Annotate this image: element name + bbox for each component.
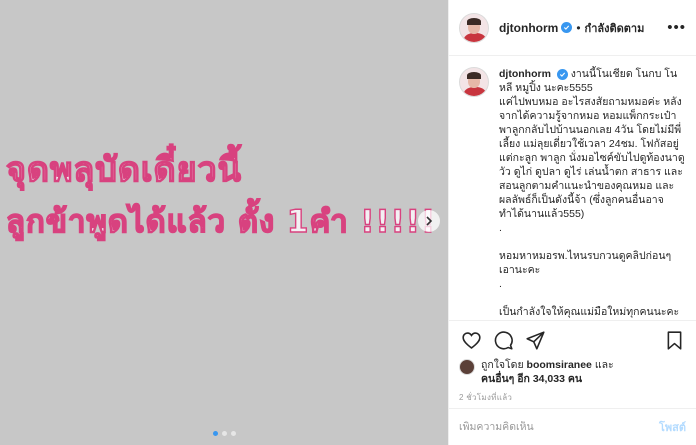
carousel-next-button[interactable]	[418, 210, 440, 232]
bookmark-icon	[667, 331, 681, 350]
handwritten-text-line1: จุดพลุบัดเดี๋ยวนี้	[5, 149, 242, 190]
add-comment-bar: โพสต์	[449, 408, 696, 445]
chevron-right-icon	[426, 216, 433, 226]
comment-input[interactable]	[459, 421, 659, 433]
avatar[interactable]	[459, 359, 475, 375]
action-bar	[449, 320, 696, 360]
comment-icon	[494, 331, 513, 350]
likes-summary: ถูกใจโดย boomsiranee และ คนอื่นๆ อีก 34,…	[459, 358, 686, 386]
caption-username[interactable]: djtonhorm	[499, 68, 551, 80]
likes-and: และ	[594, 359, 614, 371]
post-timestamp[interactable]: 2 ชั่วโมงที่แล้ว	[459, 391, 512, 404]
comments-section[interactable]: djtonhorm งานนี้โนเชียด โนกบ โนหลี หมูปิ…	[449, 57, 696, 319]
post-caption: djtonhorm งานนี้โนเชียด โนกบ โนหลี หมูปิ…	[499, 67, 686, 319]
post-header: djtonhorm • กำลังติดตาม •••	[449, 0, 696, 56]
share-button[interactable]	[523, 329, 547, 353]
verified-badge-icon	[556, 69, 568, 80]
caption-line: หอมหาหมอรพ.ไหนรบกวนดูคลิปก่อนๆเอานะคะ	[499, 250, 672, 276]
post-sidebar: djtonhorm • กำลังติดตาม ••• djtonhorm งา…	[448, 0, 696, 445]
verified-badge-icon	[561, 22, 573, 33]
save-button[interactable]	[662, 329, 686, 353]
carousel-dot	[221, 431, 227, 436]
likes-count-link[interactable]: คนอื่นๆ อีก 34,033 คน	[481, 373, 582, 385]
header-username[interactable]: djtonhorm	[499, 21, 558, 35]
avatar[interactable]	[459, 67, 489, 97]
carousel-indicator	[0, 431, 448, 436]
heart-icon	[461, 332, 481, 349]
carousel-dot	[230, 431, 236, 436]
handwritten-text-line2: ลูกข้าพูดได้แล้ว ตั้ง 1คำ !!!!!	[5, 203, 437, 240]
like-button[interactable]	[459, 329, 483, 353]
caption-dot: .	[499, 222, 502, 234]
comment-button[interactable]	[491, 329, 515, 353]
caption-line: เป็นกำลังใจให้คุณแม่มือใหม่ทุกคนนะคะ	[499, 306, 680, 318]
carousel-dot	[212, 431, 218, 436]
liker-username[interactable]: boomsiranee	[527, 359, 592, 371]
more-options-icon[interactable]: •••	[667, 19, 686, 36]
post-media[interactable]: จุดพลุบัดเดี๋ยวนี้ ลูกข้าพูดได้แล้ว ตั้ง…	[0, 0, 448, 445]
avatar[interactable]	[459, 12, 489, 43]
follow-status-button[interactable]: กำลังติดตาม	[585, 19, 645, 37]
caption-dot: .	[499, 278, 502, 290]
likes-prefix: ถูกใจโดย	[481, 359, 524, 371]
share-icon	[525, 331, 545, 350]
caption-line: แค่ไปพบหมอ อะไรสงสัยถามหมอค่ะ หลังจากได้…	[499, 96, 685, 220]
header-separator: •	[576, 20, 581, 35]
post-comment-button[interactable]: โพสต์	[659, 418, 686, 436]
